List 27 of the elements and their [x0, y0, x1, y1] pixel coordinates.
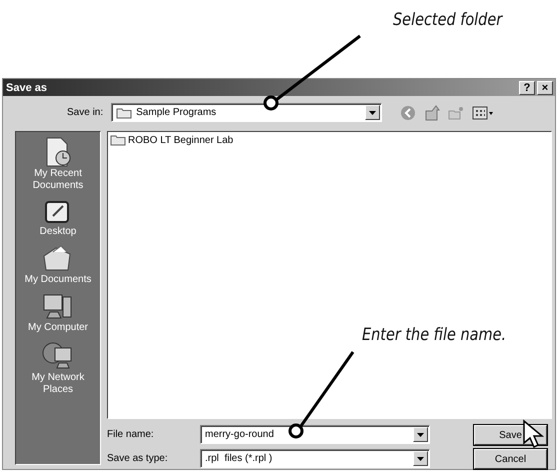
places-item[interactable]: My Recent Documents: [18, 136, 98, 192]
up-folder-icon[interactable]: [424, 104, 440, 121]
window-title: Save as: [6, 82, 47, 94]
places-item[interactable]: My Network Places: [18, 340, 98, 396]
save-as-type-dropdown[interactable]: .rpl files (*.rpl ): [200, 449, 430, 468]
new-folder-icon[interactable]: [448, 106, 464, 120]
cancel-button[interactable]: Cancel: [474, 449, 547, 469]
back-icon[interactable]: [400, 104, 416, 121]
help-button[interactable]: ?: [519, 80, 535, 95]
save-in-dropdown[interactable]: Sample Programs: [111, 103, 382, 122]
places-item[interactable]: My Documents: [18, 244, 98, 286]
places-item[interactable]: Desktop: [18, 198, 98, 238]
folder-icon: [110, 134, 126, 146]
dropdown-arrow-icon: [417, 432, 424, 436]
callout-text: Enter the file name.: [362, 325, 506, 345]
places-item[interactable]: My Computer: [18, 292, 98, 334]
callout-text: Selected folder: [393, 10, 502, 30]
file-list-item[interactable]: ROBO LT Beginner Lab: [128, 134, 234, 146]
save-in-label: Save in:: [67, 107, 104, 118]
dropdown-arrow-icon: [417, 456, 424, 460]
save-as-type-label: Save as type:: [107, 453, 169, 464]
dropdown-arrow-icon: [369, 110, 376, 115]
file-name-field[interactable]: merry-go-round: [200, 425, 430, 444]
folder-icon: [116, 106, 132, 119]
file-name-label: File name:: [107, 429, 155, 440]
view-menu-icon[interactable]: [472, 106, 494, 120]
close-button[interactable]: ×: [537, 80, 553, 95]
